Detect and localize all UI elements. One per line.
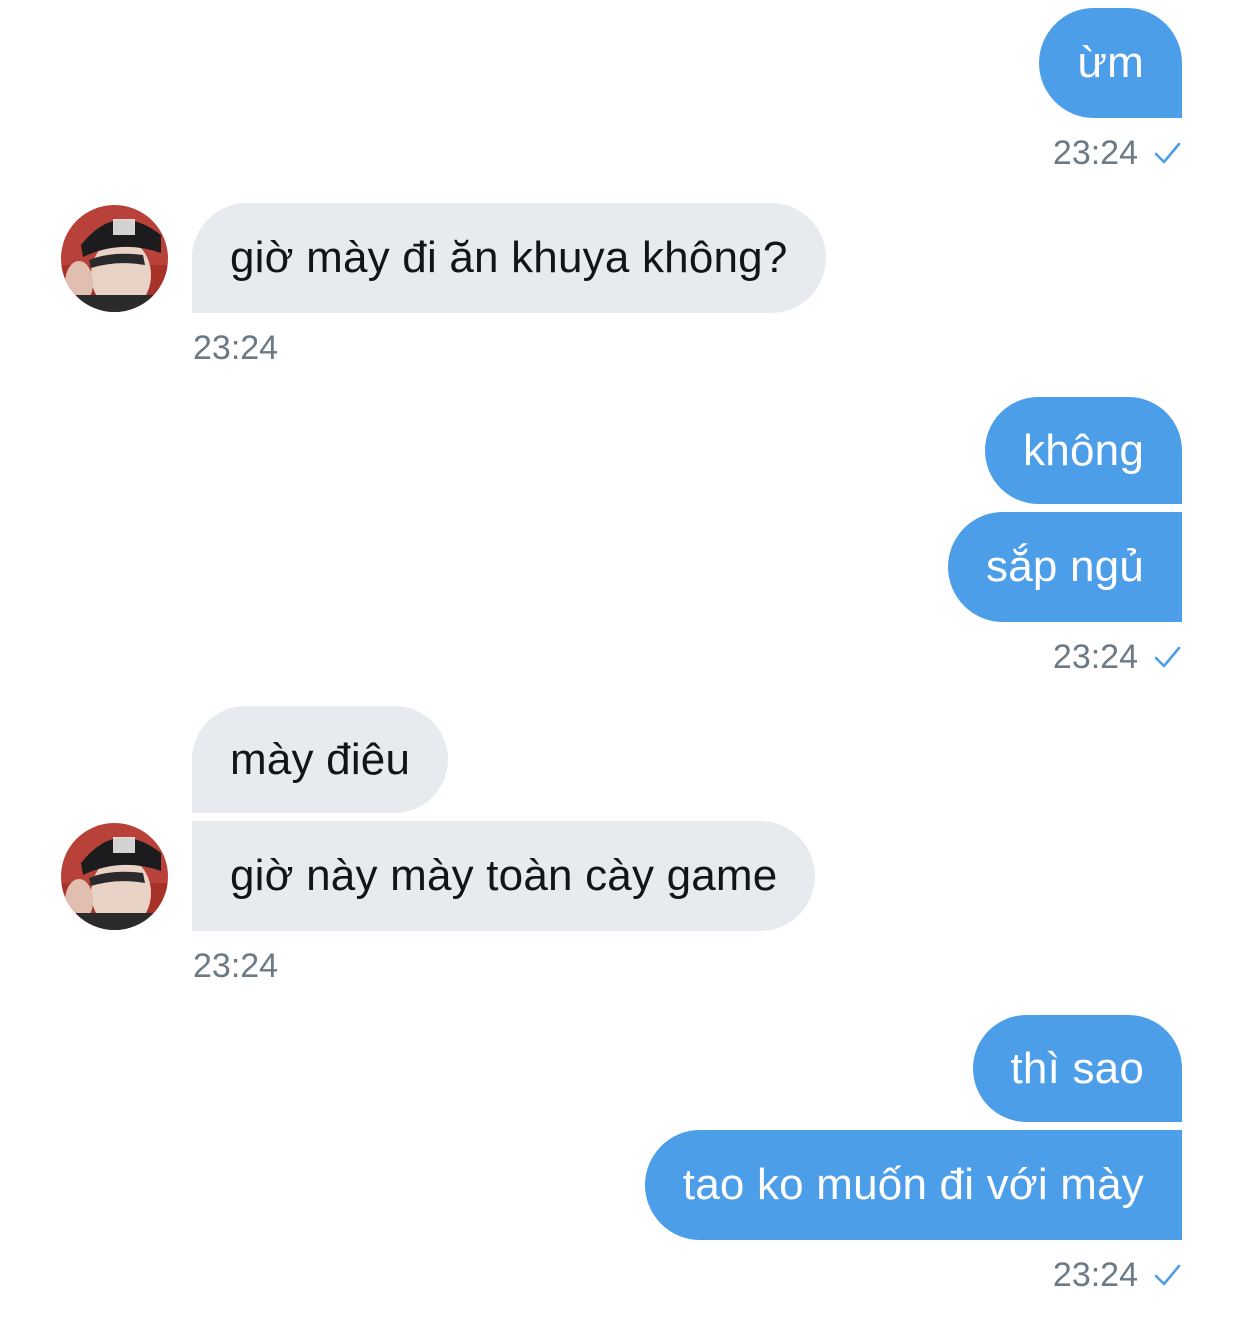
outgoing-message-bubble[interactable]: tao ko muốn đi với mày bbox=[644, 1130, 1182, 1240]
incoming-message-bubble[interactable]: giờ này mày toàn cày game bbox=[192, 821, 816, 931]
avatar[interactable] bbox=[61, 823, 168, 930]
incoming-message-bubble[interactable]: mày điêu bbox=[192, 706, 449, 813]
outgoing-message-bubble[interactable]: sắp ngủ bbox=[948, 512, 1182, 622]
incoming-message-bubble[interactable]: giờ mày đi ăn khuya không? bbox=[192, 203, 826, 313]
timestamp-text: 23:24 bbox=[1052, 1256, 1138, 1294]
timestamp-text: 23:24 bbox=[1052, 134, 1138, 172]
message-timestamp: 23:24 bbox=[1053, 1255, 1182, 1295]
message-timestamp: 23:24 bbox=[193, 329, 279, 367]
checkmark-icon bbox=[1154, 142, 1181, 164]
timestamp-text: 23:24 bbox=[1052, 638, 1138, 676]
avatar-image bbox=[61, 205, 168, 312]
message-timestamp: 23:24 bbox=[193, 947, 279, 985]
checkmark-icon bbox=[1154, 1264, 1181, 1286]
outgoing-message-bubble[interactable]: ừm bbox=[1039, 8, 1182, 118]
avatar[interactable] bbox=[61, 205, 168, 312]
outgoing-message-bubble[interactable]: không bbox=[985, 397, 1182, 504]
avatar-image bbox=[61, 823, 168, 930]
message-timestamp: 23:24 bbox=[1053, 133, 1182, 173]
checkmark-icon bbox=[1154, 646, 1181, 668]
message-timestamp: 23:24 bbox=[1053, 637, 1182, 677]
outgoing-message-bubble[interactable]: thì sao bbox=[972, 1015, 1182, 1122]
